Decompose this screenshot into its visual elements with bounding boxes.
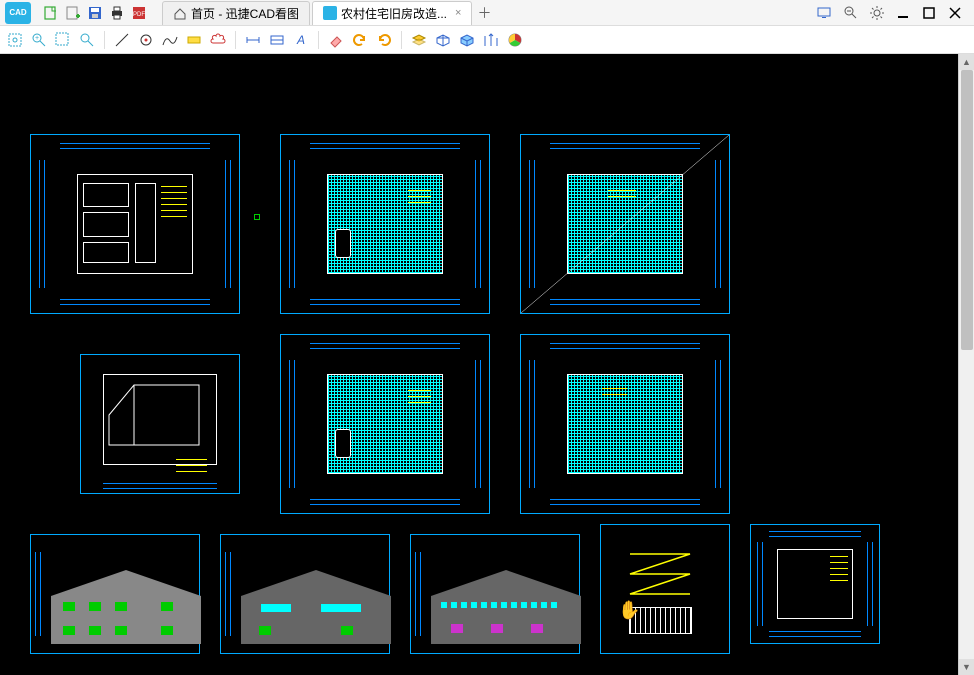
zoom-extents-button[interactable] [4,29,26,51]
revcloud-tool-button[interactable] [207,29,229,51]
zoom-realtime-button[interactable] [76,29,98,51]
app-logo: CAD [0,0,36,26]
text-tool-button[interactable]: A [290,29,312,51]
line-tool-button[interactable] [111,29,133,51]
drawing-sheet [600,524,730,654]
add-file-icon[interactable] [64,4,82,22]
quick-access-toolbar: PDF [36,4,154,22]
window-controls [816,4,974,22]
maximize-button[interactable] [920,4,938,22]
settings-icon[interactable] [868,4,886,22]
scroll-down-button[interactable]: ▼ [959,659,974,675]
drawing-sheet [220,534,390,654]
isometric-button[interactable] [432,29,454,51]
minimize-button[interactable] [894,4,912,22]
tab-close-button[interactable]: × [455,7,461,19]
tab-doc-label: 农村住宅旧房改造... [341,5,447,22]
drawing-sheet [410,534,580,654]
highlight-tool-button[interactable] [183,29,205,51]
arrange-button[interactable] [480,29,502,51]
erase-button[interactable] [325,29,347,51]
polyline-tool-button[interactable] [159,29,181,51]
undo-button[interactable] [349,29,371,51]
dimension-button[interactable] [242,29,264,51]
home-icon [173,6,187,20]
scroll-up-button[interactable]: ▲ [959,54,974,70]
titlebar: CAD PDF 首页 - 迅捷CAD看图 农村住宅旧房改造... × ＋ [0,0,974,26]
logo-icon: CAD [5,2,31,24]
selection-marker [254,214,260,220]
zoom-window-button[interactable]: + [28,29,50,51]
drawing-canvas[interactable]: ✋ [0,54,974,675]
tab-home-label: 首页 - 迅捷CAD看图 [191,5,299,22]
svg-text:PDF: PDF [133,12,145,18]
scroll-thumb[interactable] [961,70,973,350]
pdf-icon[interactable]: PDF [130,4,148,22]
tab-home[interactable]: 首页 - 迅捷CAD看图 [162,1,310,25]
layers-button[interactable] [408,29,430,51]
new-file-icon[interactable] [42,4,60,22]
circle-tool-button[interactable] [135,29,157,51]
drawing-sheet [280,134,490,314]
svg-text:+: + [35,35,39,42]
tab-document[interactable]: 农村住宅旧房改造... × [312,1,472,25]
drawing-sheet [520,334,730,514]
zoom-select-button[interactable] [52,29,74,51]
drawing-sheet [30,534,200,654]
drawing-sheet [520,134,730,314]
zoom-out-icon[interactable] [842,4,860,22]
colors-button[interactable] [504,29,526,51]
save-icon[interactable] [86,4,104,22]
print-icon[interactable] [108,4,126,22]
redo-button[interactable] [373,29,395,51]
vertical-scrollbar[interactable]: ▲ ▼ [958,54,974,675]
main-toolbar: + A [0,26,974,54]
dim-aligned-button[interactable] [266,29,288,51]
3d-view-button[interactable] [456,29,478,51]
new-tab-button[interactable]: ＋ [474,3,494,23]
tab-bar: 首页 - 迅捷CAD看图 农村住宅旧房改造... × ＋ [162,0,494,25]
svg-text:A: A [296,33,305,47]
drawing-sheet [30,134,240,314]
drawing-sheet [750,524,880,644]
drawing-sheet [280,334,490,514]
doc-tab-icon [323,6,337,20]
monitor-icon[interactable] [816,4,834,22]
drawing-sheet [80,354,240,494]
close-button[interactable] [946,4,964,22]
